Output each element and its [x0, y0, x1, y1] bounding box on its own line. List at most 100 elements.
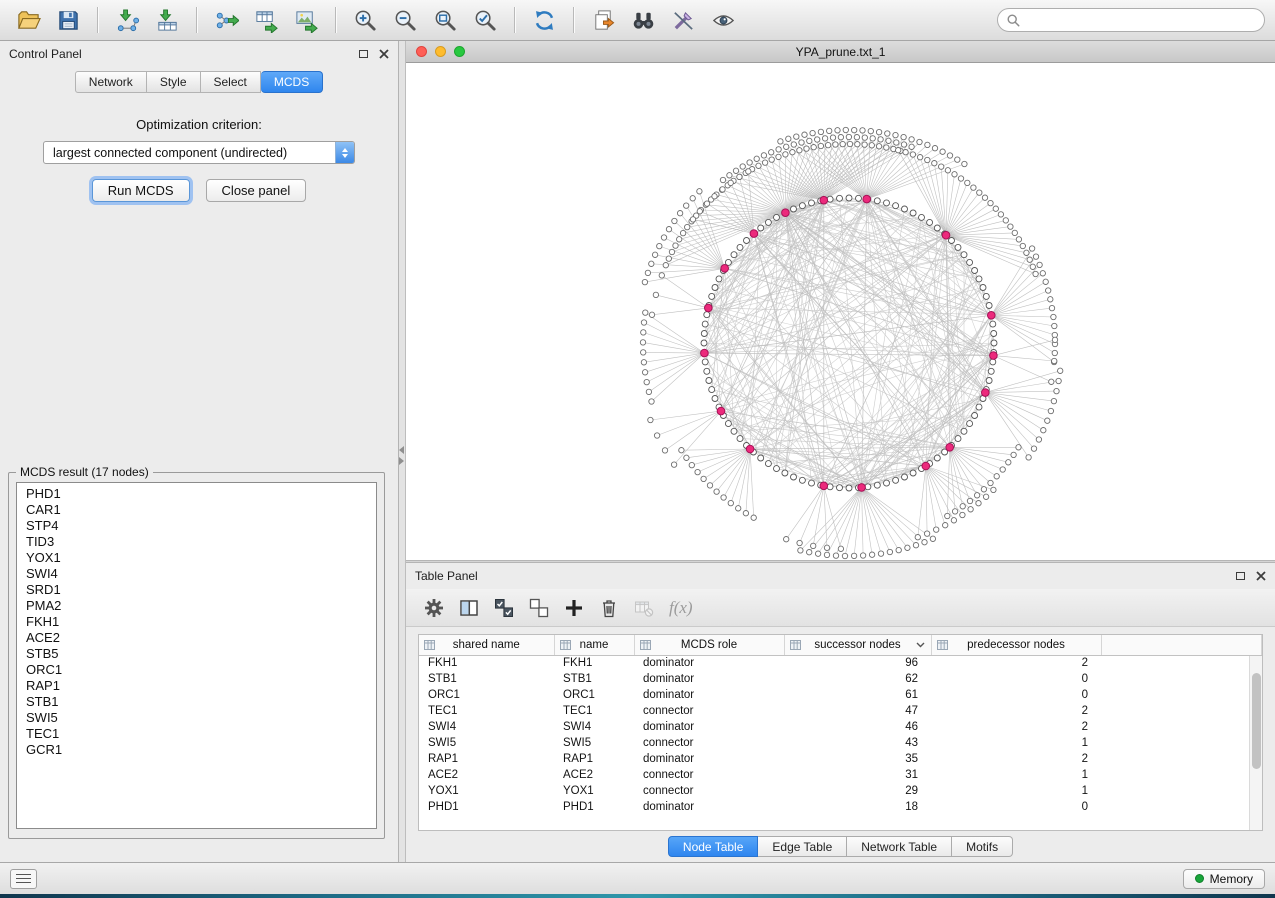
import-table-icon[interactable]: [149, 4, 185, 36]
mcds-result-item[interactable]: TEC1: [17, 726, 376, 742]
sort-caret-icon[interactable]: [916, 642, 925, 648]
mcds-result-item[interactable]: TID3: [17, 534, 376, 550]
import-network-icon[interactable]: [109, 4, 145, 36]
optimization-criterion-label: Optimization criterion:: [0, 117, 398, 132]
table-scrollbar[interactable]: [1249, 656, 1262, 830]
zoom-in-icon[interactable]: [347, 4, 383, 36]
float-panel-icon[interactable]: [1236, 572, 1245, 580]
table-row[interactable]: FKH1FKH1dominator962: [419, 655, 1262, 671]
mcds-result-item[interactable]: ACE2: [17, 630, 376, 646]
delete-column-icon[interactable]: [634, 598, 654, 618]
show-columns-icon[interactable]: [459, 598, 479, 618]
export-network-icon[interactable]: [208, 4, 244, 36]
mcds-result-item[interactable]: SWI5: [17, 710, 376, 726]
float-panel-icon[interactable]: [359, 50, 368, 58]
zoom-out-icon[interactable]: [387, 4, 423, 36]
memory-button[interactable]: Memory: [1183, 869, 1265, 889]
table-row[interactable]: SWI4SWI4dominator462: [419, 719, 1262, 735]
table-row[interactable]: STB1STB1dominator620: [419, 671, 1262, 687]
close-panel-button[interactable]: Close panel: [206, 179, 307, 202]
column-label: shared name: [453, 639, 520, 651]
search-box[interactable]: [997, 8, 1265, 32]
mcds-result-item[interactable]: SWI4: [17, 566, 376, 582]
table-row[interactable]: ORC1ORC1dominator610: [419, 687, 1262, 703]
table-row[interactable]: PHD1PHD1dominator180: [419, 799, 1262, 815]
save-session-icon[interactable]: [50, 4, 86, 36]
table-toolbar: f(x): [406, 589, 1275, 627]
column-header-shared-name[interactable]: shared name: [419, 635, 554, 655]
mcds-result-item[interactable]: RAP1: [17, 678, 376, 694]
status-menu-icon[interactable]: [10, 869, 37, 889]
combo-stepper-icon[interactable]: [335, 142, 354, 163]
table-tab-network-table[interactable]: Network Table: [847, 836, 952, 857]
mcds-result-item[interactable]: STP4: [17, 518, 376, 534]
table-row[interactable]: ACE2ACE2connector311: [419, 767, 1262, 783]
mcds-result-item[interactable]: PHD1: [17, 486, 376, 502]
column-label: name: [580, 639, 609, 651]
mcds-result-item[interactable]: FKH1: [17, 614, 376, 630]
vertical-splitter[interactable]: [399, 41, 406, 862]
desktop-background: [0, 894, 1275, 898]
network-title: YPA_prune.txt_1: [406, 45, 1275, 59]
table-tab-motifs[interactable]: Motifs: [952, 836, 1013, 857]
table-tab-edge-table[interactable]: Edge Table: [758, 836, 847, 857]
zoom-fit-content-icon[interactable]: [427, 4, 463, 36]
find-icon[interactable]: [625, 4, 661, 36]
table-row[interactable]: YOX1YOX1connector291: [419, 783, 1262, 799]
mcds-result-list[interactable]: PHD1CAR1STP4TID3YOX1SWI4SRD1PMA2FKH1ACE2…: [16, 482, 377, 829]
window-maximize-icon[interactable]: [454, 46, 465, 57]
network-canvas[interactable]: [406, 63, 1275, 560]
zoom-selected-icon[interactable]: [467, 4, 503, 36]
table-row[interactable]: TEC1TEC1connector472: [419, 703, 1262, 719]
node-table: shared name name MCDS rolesuccessor nodesp…: [418, 634, 1263, 831]
graph-nodes[interactable]: [640, 127, 1063, 558]
window-close-icon[interactable]: [416, 46, 427, 57]
mcds-result-item[interactable]: PMA2: [17, 598, 376, 614]
function-builder-icon[interactable]: f(x): [669, 598, 693, 618]
control-tab-mcds[interactable]: MCDS: [261, 71, 323, 93]
search-input[interactable]: [1026, 12, 1255, 28]
show-hide-icon[interactable]: [705, 4, 741, 36]
close-panel-icon[interactable]: [1256, 571, 1266, 581]
mcds-result-item[interactable]: YOX1: [17, 550, 376, 566]
clone-network-icon[interactable]: [585, 4, 621, 36]
control-panel: Control Panel NetworkStyleSelectMCDS Opt…: [0, 41, 399, 862]
control-tab-network[interactable]: Network: [75, 71, 147, 93]
mcds-result-item[interactable]: ORC1: [17, 662, 376, 678]
column-header-successor-nodes[interactable]: successor nodes: [784, 635, 931, 655]
mcds-result-item[interactable]: GCR1: [17, 742, 376, 758]
toolbar-separator: [514, 7, 515, 33]
column-header-predecessor-nodes[interactable]: predecessor nodes: [931, 635, 1101, 655]
scrollbar-thumb[interactable]: [1252, 673, 1261, 769]
control-tab-style[interactable]: Style: [147, 71, 201, 93]
table-options-icon[interactable]: [424, 598, 444, 618]
column-header-mcds-role[interactable]: MCDS role: [634, 635, 784, 655]
control-tab-select[interactable]: Select: [201, 71, 261, 93]
splitter-handle-icon[interactable]: [399, 446, 404, 465]
mcds-result-item[interactable]: SRD1: [17, 582, 376, 598]
table-row[interactable]: SWI5SWI5connector431: [419, 735, 1262, 751]
export-table-icon[interactable]: [248, 4, 284, 36]
select-all-rows-icon[interactable]: [494, 598, 514, 618]
close-panel-icon[interactable]: [379, 49, 389, 59]
graphics-details-icon[interactable]: [665, 4, 701, 36]
window-minimize-icon[interactable]: [435, 46, 446, 57]
column-header-name[interactable]: name: [554, 635, 634, 655]
unselect-all-rows-icon[interactable]: [529, 598, 549, 618]
table-row[interactable]: RAP1RAP1dominator352: [419, 751, 1262, 767]
refresh-view-icon[interactable]: [526, 4, 562, 36]
export-image-icon[interactable]: [288, 4, 324, 36]
control-panel-title: Control Panel: [9, 47, 82, 61]
mcds-result-item[interactable]: STB1: [17, 694, 376, 710]
open-session-icon[interactable]: [10, 4, 46, 36]
table-panel-header: Table Panel: [406, 563, 1275, 589]
mcds-result-item[interactable]: STB5: [17, 646, 376, 662]
optimization-criterion-select[interactable]: largest connected component (undirected): [43, 141, 355, 164]
add-column-icon[interactable]: [564, 598, 584, 618]
run-mcds-button[interactable]: Run MCDS: [92, 179, 190, 202]
memory-status-icon: [1195, 874, 1204, 883]
table-tab-node-table[interactable]: Node Table: [668, 836, 759, 857]
mcds-result-item[interactable]: CAR1: [17, 502, 376, 518]
delete-row-icon[interactable]: [599, 598, 619, 618]
toolbar-separator: [97, 7, 98, 33]
